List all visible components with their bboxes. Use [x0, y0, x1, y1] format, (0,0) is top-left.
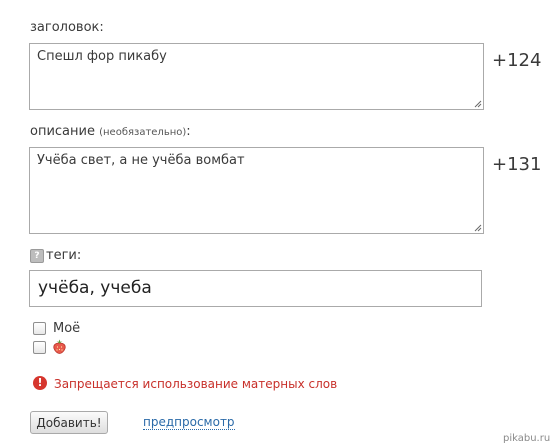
resize-grip-icon[interactable]: [473, 99, 482, 108]
description-optional-note: (необязательно): [99, 127, 187, 138]
description-textarea-value: Учёба свет, а не учёба вомбат: [37, 153, 245, 168]
mine-checkbox[interactable]: [33, 322, 46, 335]
tags-label: теги:: [46, 248, 82, 263]
description-label-text: описание: [30, 124, 95, 139]
description-label: описание (необязательно):: [30, 124, 191, 139]
resize-grip-icon[interactable]: [473, 223, 482, 232]
title-rating-counter: +124: [492, 50, 542, 71]
description-label-colon: :: [186, 124, 191, 139]
title-label: заголовок:: [30, 20, 104, 35]
title-textarea[interactable]: Спешл фор пикабу: [29, 43, 484, 110]
watermark: pikabu.ru: [503, 433, 551, 444]
strawberry-checkbox[interactable]: [33, 341, 46, 354]
error-icon: !: [33, 376, 47, 390]
submit-button[interactable]: Добавить!: [30, 411, 108, 434]
description-textarea[interactable]: Учёба свет, а не учёба вомбат: [29, 147, 484, 234]
tags-input[interactable]: учёба, учеба: [29, 270, 482, 307]
preview-link[interactable]: предпросмотр: [143, 415, 235, 430]
strawberry-icon: [53, 339, 66, 354]
title-textarea-value: Спешл фор пикабу: [37, 49, 167, 64]
error-message: Запрещается использование матерных слов: [54, 377, 338, 391]
help-icon[interactable]: ?: [30, 249, 44, 263]
description-rating-counter: +131: [492, 154, 542, 175]
mine-checkbox-label: Моё: [53, 321, 81, 336]
